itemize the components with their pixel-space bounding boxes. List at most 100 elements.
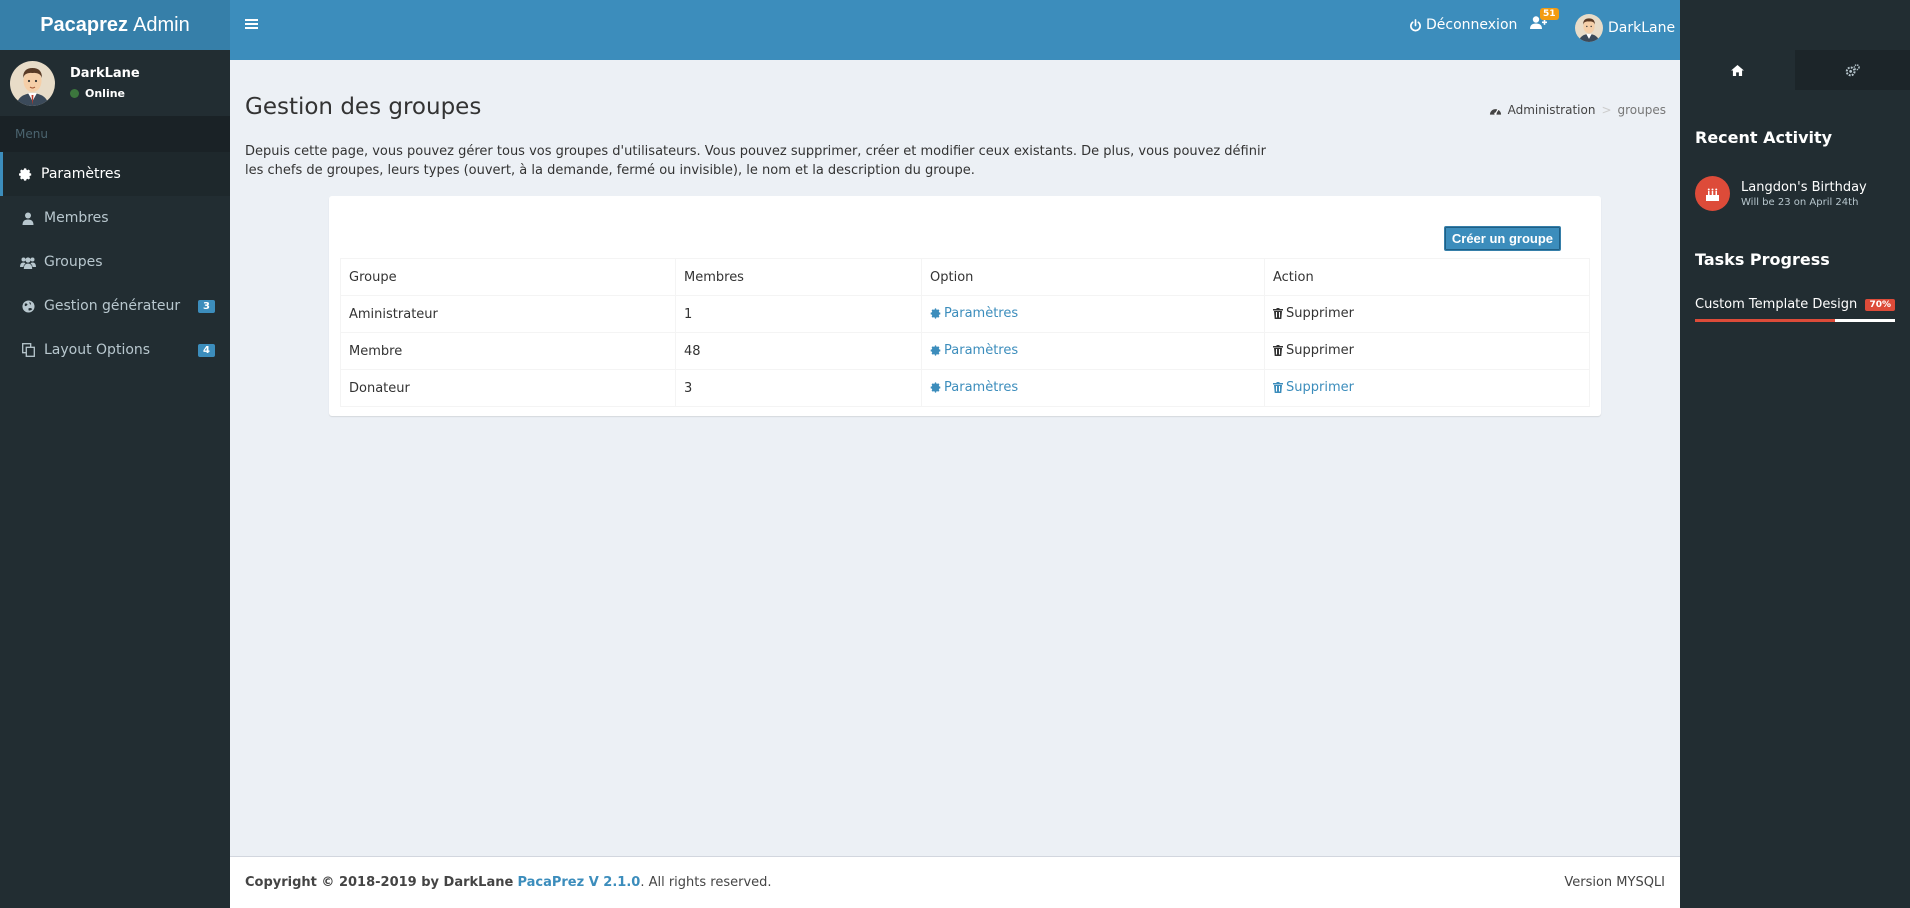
sidebar-item-label: Layout Options	[44, 342, 151, 358]
table-header-row: Groupe Membres Option Action	[340, 258, 1590, 296]
column-header-groupe: Groupe	[340, 258, 676, 296]
members-count-cell: 3	[675, 369, 922, 407]
settings-link[interactable]: Paramètres	[930, 343, 1018, 358]
user-panel: DarkLane Online	[0, 50, 230, 116]
action-cell: Supprimer	[1264, 332, 1590, 370]
group-name-cell: Aministrateur	[340, 295, 676, 333]
activity-subtitle: Will be 23 on April 24th	[1741, 196, 1859, 208]
control-sidebar: Recent Activity Langdon's Birthday Will …	[1680, 0, 1910, 908]
page-title: Gestion des groupes	[245, 94, 482, 120]
activity-text: Langdon's Birthday Will be 23 on April 2…	[1741, 180, 1867, 208]
activity-item[interactable]: Langdon's Birthday Will be 23 on April 2…	[1695, 176, 1867, 211]
user-info: DarkLane Online	[70, 66, 140, 100]
copyright-text: Copyright © 2018-2019 by DarkLane	[245, 875, 514, 890]
settings-link-label: Paramètres	[944, 379, 1019, 395]
gear-icon	[17, 166, 33, 182]
delete-link[interactable]: Supprimer	[1273, 380, 1354, 395]
table-row: Membre 48 Paramètres Supprimer	[340, 332, 1590, 370]
main-sidebar: Pacaprez Admin DarkLane Online Menu Para…	[0, 0, 230, 908]
delete-link-label: Supprimer	[1286, 305, 1354, 321]
rights-text: . All rights reserved.	[640, 875, 772, 890]
main-footer: Copyright © 2018-2019 by DarkLane PacaPr…	[230, 856, 1680, 908]
trash-icon	[1273, 307, 1283, 319]
group-name-cell: Donateur	[340, 369, 676, 407]
table-row: Donateur 3 Paramètres Supprimer	[340, 369, 1590, 407]
tab-settings[interactable]	[1795, 50, 1910, 90]
user-menu[interactable]: DarkLane	[1575, 14, 1675, 42]
users-icon	[20, 254, 36, 270]
option-cell: Paramètres	[921, 295, 1265, 333]
sidebar-item-parametres[interactable]: Paramètres	[0, 152, 230, 196]
task-item[interactable]: Custom Template Design 70%	[1695, 297, 1895, 322]
create-group-button[interactable]: Créer un groupe	[1443, 226, 1561, 251]
footer-version: Version MYSQLI	[1564, 875, 1665, 890]
gear-icon	[930, 307, 941, 319]
breadcrumb-item-groupes: groupes	[1617, 103, 1667, 117]
action-cell: Supprimer	[1264, 295, 1590, 333]
user-status[interactable]: Online	[70, 87, 140, 100]
groups-box: Créer un groupe Groupe Membres Option Ac…	[329, 196, 1601, 416]
notification-count-badge: 51	[1540, 8, 1559, 20]
settings-link[interactable]: Paramètres	[930, 380, 1018, 395]
sidebar-item-gestion-generateur[interactable]: Gestion générateur 3	[0, 284, 230, 328]
user-name: DarkLane	[70, 66, 140, 81]
logout-link[interactable]: Déconnexion	[1409, 17, 1517, 33]
control-sidebar-tabs	[1680, 50, 1910, 90]
page-description: Depuis cette page, vous pouvez gérer tou…	[245, 144, 1266, 178]
avatar	[10, 60, 55, 106]
count-badge: 3	[198, 299, 215, 313]
notifications-button[interactable]: 51	[1530, 8, 1559, 34]
delete-link-label: Supprimer	[1286, 379, 1354, 395]
table-row: Aministrateur 1 Paramètres Supprimer	[340, 295, 1590, 333]
sidebar-item-label: Gestion générateur	[44, 298, 181, 314]
settings-link-label: Paramètres	[944, 342, 1019, 358]
sidebar-toggle-button[interactable]	[245, 15, 258, 35]
task-progress-badge: 70%	[1865, 298, 1895, 311]
sidebar-item-groupes[interactable]: Groupes	[0, 240, 230, 284]
breadcrumb: Administration > groupes	[1489, 103, 1666, 117]
gears-icon	[1845, 63, 1860, 76]
gear-icon	[930, 381, 941, 393]
birthday-cake-icon	[1695, 176, 1730, 211]
activity-title: Langdon's Birthday	[1741, 179, 1867, 195]
user-icon	[20, 210, 36, 226]
app-logo[interactable]: Pacaprez Admin	[0, 0, 230, 50]
task-progress-fill	[1695, 319, 1835, 322]
content-wrapper: Gestion des groupes Administration > gro…	[230, 60, 1680, 856]
option-cell: Paramètres	[921, 332, 1265, 370]
breadcrumb-separator: >	[1601, 103, 1612, 117]
sidebar-item-label: Membres	[44, 210, 109, 226]
sidebar-item-layout-options[interactable]: Layout Options 4	[0, 328, 230, 372]
sidebar-item-membres[interactable]: Membres	[0, 196, 230, 240]
gear-icon	[930, 344, 941, 356]
logout-label: Déconnexion	[1426, 17, 1518, 33]
avatar	[1575, 14, 1603, 42]
logo-bold: Pacaprez	[40, 13, 129, 36]
breadcrumb-item-administration[interactable]: Administration	[1508, 103, 1596, 117]
column-header-action: Action	[1264, 258, 1590, 296]
task-progress-bar	[1695, 319, 1895, 322]
power-icon	[1410, 18, 1421, 31]
online-dot-icon	[70, 89, 79, 98]
logo-light: Admin	[133, 13, 190, 36]
copy-icon	[20, 342, 36, 358]
status-label: Online	[85, 87, 126, 100]
members-count-cell: 48	[675, 332, 922, 370]
count-badge: 4	[198, 343, 215, 357]
dashboard-icon	[1489, 108, 1501, 115]
groups-table: Groupe Membres Option Action Aministrate…	[340, 258, 1590, 407]
tab-home[interactable]	[1680, 50, 1795, 90]
user-menu-name: DarkLane	[1608, 20, 1676, 36]
option-cell: Paramètres	[921, 369, 1265, 407]
delete-link[interactable]: Supprimer	[1273, 343, 1354, 358]
action-cell: Supprimer	[1264, 369, 1590, 407]
delete-link[interactable]: Supprimer	[1273, 306, 1354, 321]
group-name-cell: Membre	[340, 332, 676, 370]
product-link[interactable]: PacaPrez V 2.1.0	[517, 875, 640, 890]
sidebar-item-label: Paramètres	[41, 166, 121, 182]
column-header-option: Option	[921, 258, 1265, 296]
top-navbar: Déconnexion 51 DarkLane	[230, 0, 1680, 60]
hamburger-icon	[245, 19, 258, 29]
recent-activity-heading: Recent Activity	[1695, 128, 1833, 147]
settings-link[interactable]: Paramètres	[930, 306, 1018, 321]
